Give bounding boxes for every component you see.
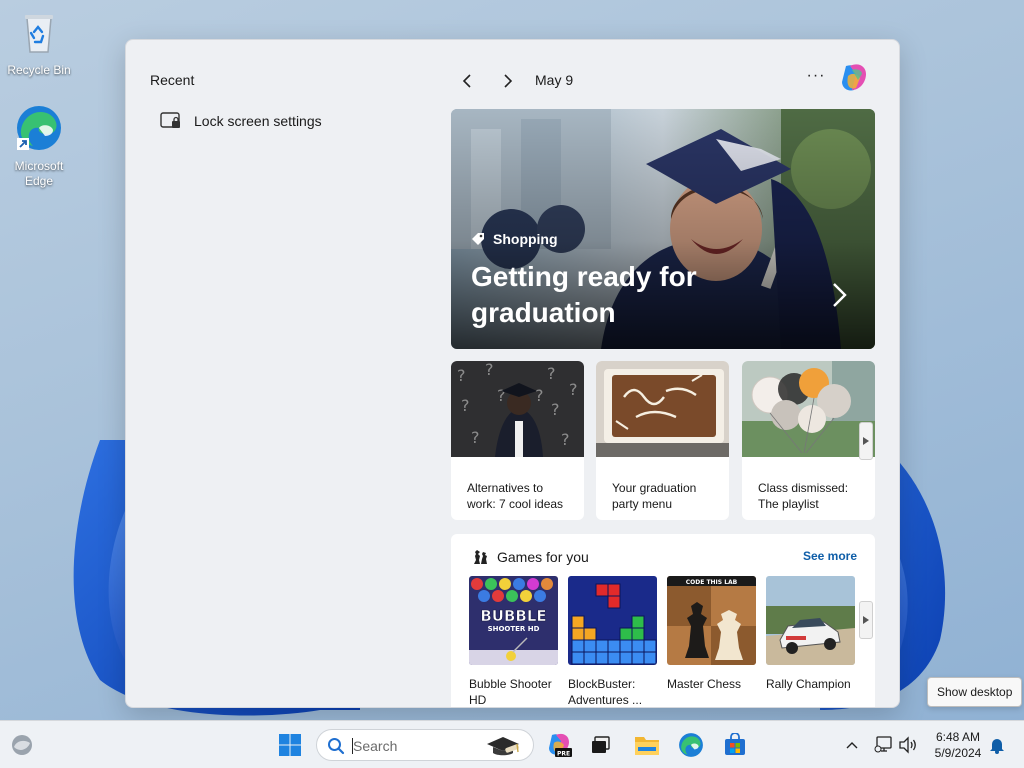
- hero-title: Getting ready for graduation: [471, 261, 697, 328]
- chevron-left-icon: [462, 74, 471, 88]
- svg-text:?: ?: [561, 430, 570, 449]
- story-card-party-menu[interactable]: Your graduation party menu: [596, 361, 729, 520]
- hero-category-label: Shopping: [493, 231, 558, 247]
- games-header: Games for you: [471, 548, 589, 566]
- notifications-button[interactable]: [981, 729, 1013, 761]
- chevron-right-icon[interactable]: [831, 281, 849, 309]
- blockbuster-thumbnail: [568, 576, 657, 665]
- show-hidden-icons-button[interactable]: [836, 729, 868, 761]
- store-bag-icon: [725, 733, 745, 755]
- network-icon: [874, 736, 892, 753]
- next-day-button[interactable]: [496, 70, 520, 92]
- microsoft-store-button[interactable]: [719, 729, 751, 761]
- recent-item-label: Lock screen settings: [194, 113, 322, 129]
- taskbar: Search PRE 6:48 AM 5/9/2024: [0, 720, 1024, 768]
- task-view-button[interactable]: [585, 729, 617, 761]
- svg-text:?: ?: [457, 366, 466, 385]
- folder-icon: [635, 737, 659, 755]
- recent-heading: Recent: [150, 72, 195, 88]
- weather-widget-button[interactable]: [6, 729, 38, 761]
- svg-text:?: ?: [535, 386, 544, 405]
- chess-pieces-icon: [474, 550, 487, 564]
- recycle-bin-icon: [25, 15, 53, 53]
- taskbar-search-box[interactable]: Search: [316, 729, 534, 761]
- start-button[interactable]: [274, 729, 306, 761]
- bell-icon: [990, 739, 1004, 754]
- chevron-right-icon: [504, 74, 513, 88]
- congrats-cake-photo: [596, 361, 729, 457]
- edge-icon: [17, 106, 61, 150]
- caret-right-icon: [863, 616, 869, 624]
- previous-day-button[interactable]: [455, 70, 479, 92]
- edge-icon: [679, 733, 703, 757]
- graduation-cap-icon: [487, 737, 520, 756]
- volume-button[interactable]: [892, 729, 924, 761]
- weather-icon: [12, 735, 32, 755]
- tag-icon: [472, 233, 484, 245]
- svg-text:?: ?: [497, 386, 506, 405]
- games-title: Games for you: [497, 549, 589, 565]
- story-card-caption: Your graduation party menu: [612, 481, 697, 511]
- lock-screen-icon: [160, 112, 180, 128]
- copilot-preview-icon: PRE: [549, 733, 572, 757]
- game-name: Rally Champion: [766, 677, 851, 691]
- svg-text:?: ?: [461, 396, 470, 415]
- more-options-button[interactable]: ···: [804, 66, 828, 90]
- hero-story-card[interactable]: Shopping Getting ready for graduation: [451, 109, 875, 349]
- games-for-you-card: Games for you See more BUBBLE SHOOTER HD…: [451, 534, 875, 707]
- edge-shortcut[interactable]: Microsoft Edge: [4, 104, 74, 189]
- recent-item-lock-screen-settings[interactable]: Lock screen settings: [160, 112, 322, 130]
- see-more-link[interactable]: See more: [803, 549, 857, 563]
- question-marks-photo: ???? ???? ??: [451, 361, 584, 457]
- story-card-playlist[interactable]: Class dismissed: The playlist: [742, 361, 875, 520]
- svg-text:?: ?: [551, 400, 560, 419]
- balloons-photo: [742, 361, 875, 457]
- bubble-thumb-subtext: SHOOTER HD: [488, 625, 540, 633]
- speaker-icon: [899, 736, 916, 754]
- file-explorer-button[interactable]: [631, 729, 663, 761]
- game-name: Master Chess: [667, 677, 742, 691]
- svg-text:?: ?: [485, 361, 494, 379]
- story-card-caption: Alternatives to work: 7 cool ideas: [467, 481, 564, 511]
- game-tile-blockbuster[interactable]: BlockBuster: Adventures ...: [568, 576, 657, 707]
- recycle-bin-label: Recycle Bin: [7, 63, 71, 77]
- svg-text:?: ?: [569, 380, 578, 399]
- edge-label: Microsoft Edge: [14, 159, 64, 188]
- clock-time: 6:48 AM: [935, 730, 981, 744]
- edge-taskbar-button[interactable]: [675, 729, 707, 761]
- windows-logo-icon: [279, 734, 301, 756]
- game-name: Bubble Shooter HD: [469, 677, 552, 707]
- show-desktop-tooltip: Show desktop: [927, 677, 1023, 707]
- cards-scroll-right-button[interactable]: [859, 422, 873, 460]
- date-label: May 9: [535, 72, 574, 88]
- search-icon: [328, 738, 345, 755]
- game-tile-master-chess[interactable]: CODE THIS LAB Master Chess: [667, 576, 756, 692]
- svg-text:?: ?: [547, 364, 556, 383]
- bubble-shooter-thumbnail: BUBBLE SHOOTER HD: [469, 576, 558, 665]
- svg-text:?: ?: [471, 428, 480, 447]
- game-tile-bubble-shooter[interactable]: BUBBLE SHOOTER HD Bubble Shooter HD: [469, 576, 558, 707]
- clock-date: 5/9/2024: [934, 746, 982, 760]
- master-chess-thumbnail: CODE THIS LAB: [667, 576, 756, 665]
- caret-right-icon: [863, 437, 869, 445]
- bubble-thumb-text: BUBBLE: [480, 607, 546, 625]
- taskbar-clock[interactable]: 6:48 AM 5/9/2024: [928, 729, 988, 761]
- game-tile-rally-champion[interactable]: Rally Champion: [766, 576, 855, 692]
- recycle-bin[interactable]: Recycle Bin: [4, 8, 74, 78]
- rally-champion-thumbnail: [766, 576, 855, 665]
- copilot-icon[interactable]: [838, 62, 870, 94]
- chevron-up-icon: [846, 742, 858, 749]
- game-name: BlockBuster: Adventures ...: [568, 677, 643, 707]
- story-card-caption: Class dismissed: The playlist: [758, 481, 849, 511]
- copilot-taskbar-button[interactable]: PRE: [543, 729, 575, 761]
- widgets-panel: Recent Lock screen settings May 9 ··· Sh…: [125, 39, 900, 708]
- story-card-alternatives[interactable]: ???? ???? ?? Alternatives to work: 7 coo…: [451, 361, 584, 520]
- chess-thumb-text: CODE THIS LAB: [686, 579, 738, 586]
- search-placeholder: Search: [353, 738, 398, 754]
- task-view-icon: [592, 736, 610, 753]
- hero-category-tag: Shopping: [471, 231, 558, 247]
- copilot-preview-badge: PRE: [557, 750, 570, 757]
- games-scroll-right-button[interactable]: [859, 601, 873, 639]
